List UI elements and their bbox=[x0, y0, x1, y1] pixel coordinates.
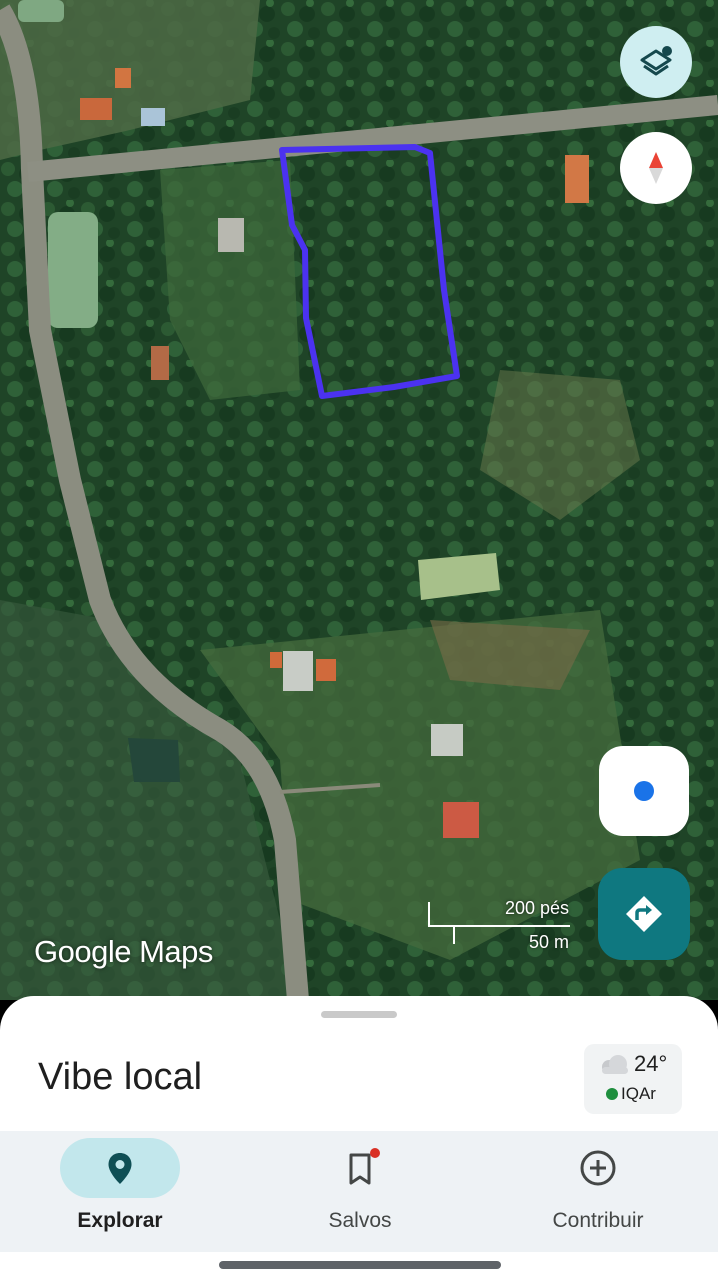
weather-temperature: 24° bbox=[634, 1051, 668, 1076]
layers-button[interactable] bbox=[620, 26, 692, 98]
scale-lines bbox=[428, 902, 570, 944]
nav-label-salvos: Salvos bbox=[328, 1209, 392, 1232]
sheet-title: Vibe local bbox=[38, 1056, 203, 1098]
bottom-navigation: Explorar Salvos Contribuir bbox=[0, 1131, 718, 1252]
bookmark-icon bbox=[349, 1148, 380, 1185]
nav-label-contribuir: Contribuir bbox=[552, 1209, 644, 1232]
nav-item-salvos[interactable]: Salvos bbox=[240, 1131, 480, 1252]
google-maps-watermark: Google Maps bbox=[34, 934, 213, 969]
satellite-map[interactable]: 200 pés 50 m Google Maps bbox=[0, 0, 718, 1000]
home-indicator[interactable] bbox=[219, 1261, 501, 1269]
my-location-icon bbox=[634, 781, 654, 801]
air-quality-label: IQAr bbox=[621, 1084, 656, 1103]
nav-item-contribuir[interactable]: Contribuir bbox=[478, 1131, 718, 1252]
compass-button[interactable] bbox=[620, 132, 692, 204]
nav-item-explorar[interactable]: Explorar bbox=[0, 1131, 240, 1252]
location-pin-icon bbox=[108, 1153, 132, 1184]
satellite-imagery bbox=[0, 0, 718, 1000]
cloud-icon bbox=[602, 1055, 628, 1074]
compass-icon bbox=[649, 152, 663, 184]
weather-chip[interactable]: 24° IQAr bbox=[584, 1044, 682, 1114]
layers-icon bbox=[640, 46, 672, 76]
notification-badge bbox=[370, 1148, 380, 1158]
air-quality-indicator bbox=[606, 1088, 618, 1100]
directions-icon bbox=[626, 896, 662, 932]
scale-bar: 200 pés 50 m bbox=[427, 894, 577, 952]
nav-label-explorar: Explorar bbox=[77, 1209, 163, 1232]
my-location-button[interactable] bbox=[599, 746, 689, 836]
add-circle-icon bbox=[580, 1150, 616, 1186]
sheet-drag-handle[interactable] bbox=[321, 1011, 397, 1018]
directions-button[interactable] bbox=[598, 868, 690, 960]
